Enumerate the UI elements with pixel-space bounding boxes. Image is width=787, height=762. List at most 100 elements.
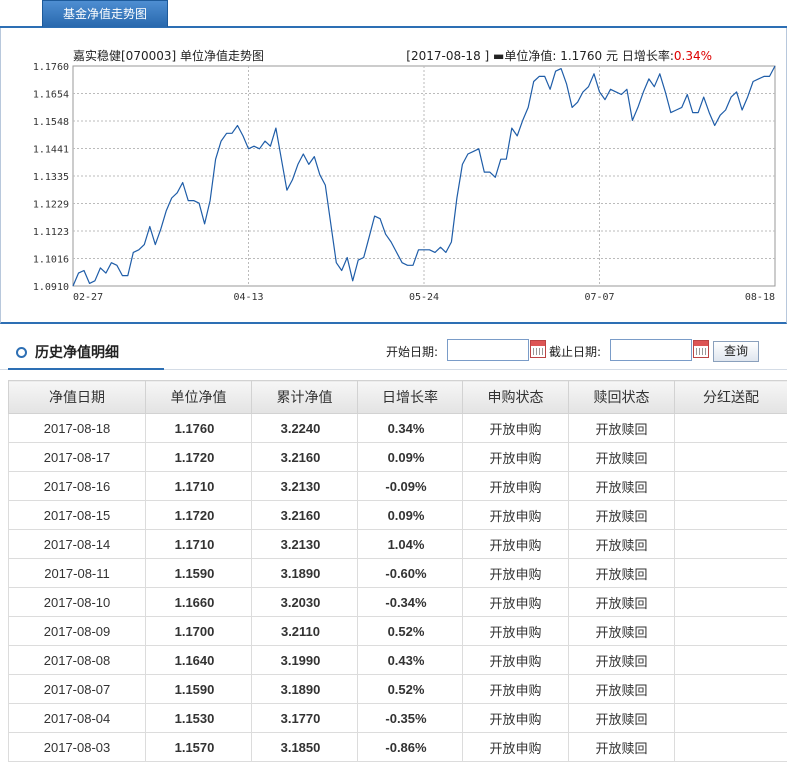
x-tick-label: 02-27 [73,292,103,303]
cell-buy-status: 开放申购 [462,500,569,530]
table-header-row: 净值日期 单位净值 累计净值 日增长率 申购状态 赎回状态 分红送配 [8,380,787,414]
cell-nav: 1.1760 [145,413,252,443]
cell-buy-status: 开放申购 [462,471,569,501]
cell-acc-nav: 3.1890 [251,558,358,588]
nav-line-chart: 1.1760 1.1654 1.1548 1.1441 1.1335 1.1229 1.11… [33,62,776,303]
col-acc-nav: 累计净值 [251,380,358,414]
col-buy-status: 申购状态 [462,380,569,414]
cell-daily-rate: 0.43% [357,645,463,675]
calendar-icon[interactable] [530,340,546,358]
end-date-label: 截止日期: [549,345,602,359]
cell-date: 2017-08-18 [8,413,146,443]
table-row: 2017-08-09 1.1700 3.2110 0.52% 开放申购 开放赎回 [8,616,787,646]
cell-buy-status: 开放申购 [462,529,569,559]
y-tick-label: 1.1229 [33,200,69,211]
x-tick-label: 07-07 [584,292,614,303]
cell-acc-nav: 3.2110 [251,616,358,646]
cell-daily-rate: -0.86% [357,732,463,762]
col-daily-rate: 日增长率 [357,380,463,414]
cell-dividend [674,732,787,762]
cell-date: 2017-08-17 [8,442,146,472]
cell-dividend [674,500,787,530]
cell-dividend [674,703,787,733]
y-tick-label: 1.1335 [33,172,69,183]
cell-sell-status: 开放赎回 [568,732,675,762]
cell-acc-nav: 3.2130 [251,471,358,501]
cell-date: 2017-08-15 [8,500,146,530]
history-title-text: 历史净值明细 [35,345,119,361]
cell-daily-rate: 0.09% [357,442,463,472]
y-tick-label: 1.1654 [33,90,69,101]
cell-sell-status: 开放赎回 [568,616,675,646]
y-tick-label: 1.1441 [33,145,69,156]
calendar-icon[interactable] [693,340,709,358]
chart-title: 嘉实稳健[070003] 单位净值走势图 [73,49,264,63]
cell-daily-rate: 0.09% [357,500,463,530]
cell-daily-rate: 0.52% [357,674,463,704]
cell-buy-status: 开放申购 [462,587,569,617]
cell-sell-status: 开放赎回 [568,442,675,472]
col-dividend: 分红送配 [674,380,787,414]
cell-sell-status: 开放赎回 [568,529,675,559]
history-table: 净值日期 单位净值 累计净值 日增长率 申购状态 赎回状态 分红送配 2017-… [8,380,787,762]
cell-acc-nav: 3.2160 [251,442,358,472]
start-date-input[interactable] [447,339,529,361]
cell-dividend [674,616,787,646]
tab-nav-chart[interactable]: 基金净值走势图 [42,0,168,27]
cell-sell-status: 开放赎回 [568,558,675,588]
x-tick-label: 08-18 [745,292,775,303]
cell-dividend [674,674,787,704]
cell-daily-rate: 1.04% [357,529,463,559]
cell-acc-nav: 3.2240 [251,413,358,443]
cell-dividend [674,558,787,588]
cell-dividend [674,442,787,472]
cell-buy-status: 开放申购 [462,558,569,588]
table-row: 2017-08-04 1.1530 3.1770 -0.35% 开放申购 开放赎回 [8,703,787,733]
cell-buy-status: 开放申购 [462,442,569,472]
cell-sell-status: 开放赎回 [568,500,675,530]
cell-acc-nav: 3.1890 [251,674,358,704]
col-sell-status: 赎回状态 [568,380,675,414]
cell-daily-rate: -0.34% [357,587,463,617]
cell-nav: 1.1700 [145,616,252,646]
cell-dividend [674,587,787,617]
history-title-underline [8,368,164,370]
cell-nav: 1.1720 [145,442,252,472]
table-row: 2017-08-15 1.1720 3.2160 0.09% 开放申购 开放赎回 [8,500,787,530]
chart-info-rate: 0.34% [673,49,712,63]
cell-sell-status: 开放赎回 [568,471,675,501]
x-tick-label: 04-13 [233,292,263,303]
y-tick-label: 1.0910 [33,282,69,293]
tab-bar: 基金净值走势图 [0,0,787,28]
cell-dividend [674,471,787,501]
cell-nav: 1.1710 [145,471,252,501]
cell-sell-status: 开放赎回 [568,674,675,704]
y-tick-label: 1.1016 [33,255,69,266]
cell-dividend [674,645,787,675]
cell-date: 2017-08-16 [8,471,146,501]
circle-bullet-icon [16,347,27,358]
cell-nav: 1.1570 [145,732,252,762]
cell-date: 2017-08-11 [8,558,146,588]
cell-nav: 1.1590 [145,558,252,588]
cell-daily-rate: -0.09% [357,471,463,501]
cell-nav: 1.1660 [145,587,252,617]
chart-info: [2017-08-18 ] ▬单位净值: 1.1760 元 日增长率:0.34% [406,47,712,64]
cell-buy-status: 开放申购 [462,645,569,675]
cell-nav: 1.1590 [145,674,252,704]
table-row: 2017-08-16 1.1710 3.2130 -0.09% 开放申购 开放赎回 [8,471,787,501]
cell-date: 2017-08-03 [8,732,146,762]
cell-daily-rate: -0.60% [357,558,463,588]
table-row: 2017-08-10 1.1660 3.2030 -0.34% 开放申购 开放赎回 [8,587,787,617]
table-row: 2017-08-17 1.1720 3.2160 0.09% 开放申购 开放赎回 [8,442,787,472]
cell-acc-nav: 3.2030 [251,587,358,617]
query-button[interactable]: 查询 [713,341,759,362]
cell-daily-rate: 0.52% [357,616,463,646]
cell-buy-status: 开放申购 [462,413,569,443]
y-tick-label: 1.1548 [33,117,69,128]
cell-date: 2017-08-14 [8,529,146,559]
nav-chart-panel: 1.1760 1.1654 1.1548 1.1441 1.1335 1.1229 1.11… [0,28,787,324]
cell-nav: 1.1530 [145,703,252,733]
end-date-input[interactable] [610,339,692,361]
cell-acc-nav: 3.1990 [251,645,358,675]
